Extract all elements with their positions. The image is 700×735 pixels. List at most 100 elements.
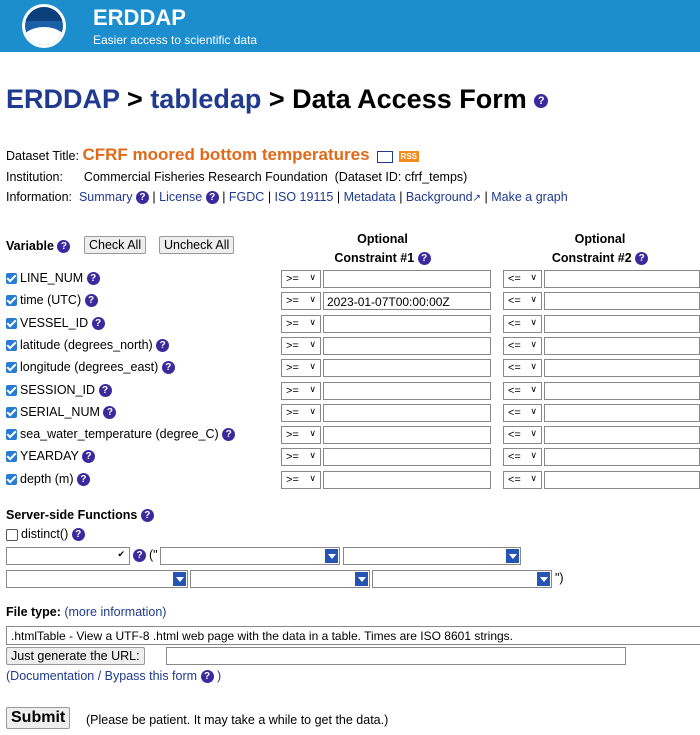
- function-arg-combo[interactable]: [343, 547, 521, 565]
- constraint2-operator-select[interactable]: <= ∨: [503, 337, 542, 355]
- function-arg-combo[interactable]: [190, 570, 370, 588]
- constraint1-value-field[interactable]: [323, 382, 491, 400]
- constraint1-operator-select[interactable]: >= ∨: [281, 337, 321, 355]
- variable-checkbox[interactable]: [6, 429, 17, 441]
- constraint2-operator-select[interactable]: <= ∨: [503, 292, 542, 310]
- constraint2-value-field[interactable]: [544, 448, 700, 466]
- breadcrumb-tabledap[interactable]: tabledap: [150, 84, 261, 114]
- constraint1-operator-select[interactable]: >= ∨: [281, 404, 321, 422]
- help-icon[interactable]: ?: [57, 240, 71, 254]
- check-all-button[interactable]: Check All: [84, 236, 147, 254]
- help-icon[interactable]: ?: [156, 339, 170, 353]
- variable-checkbox[interactable]: [6, 295, 17, 307]
- iso-link[interactable]: ISO 19115: [275, 190, 334, 204]
- help-icon[interactable]: ?: [135, 191, 149, 205]
- variable-checkbox[interactable]: [6, 385, 17, 397]
- documentation-link[interactable]: (Documentation / Bypass this form: [6, 669, 197, 683]
- help-icon[interactable]: ?: [76, 473, 90, 487]
- constraint1-operator-select[interactable]: >= ∨: [281, 426, 321, 444]
- variable-checkbox[interactable]: [6, 273, 17, 285]
- constraint1-operator-select[interactable]: >= ∨: [281, 471, 321, 489]
- help-icon[interactable]: ?: [91, 317, 105, 331]
- constraint2-value-field[interactable]: [544, 404, 700, 422]
- summary-link[interactable]: Summary: [79, 190, 132, 204]
- help-icon[interactable]: ?: [205, 191, 219, 205]
- help-icon[interactable]: ?: [82, 450, 96, 464]
- constraint1-operator-select[interactable]: >= ∨: [281, 270, 321, 288]
- help-icon[interactable]: ?: [222, 428, 236, 442]
- constraint2-operator-select[interactable]: <= ∨: [503, 382, 542, 400]
- constraint2-value-field[interactable]: [544, 471, 700, 489]
- variable-checkbox[interactable]: [6, 474, 17, 486]
- make-graph-link[interactable]: Make a graph: [491, 190, 567, 204]
- metadata-link[interactable]: Metadata: [344, 190, 396, 204]
- function-select[interactable]: ✔: [6, 547, 130, 565]
- help-icon[interactable]: ?: [161, 361, 175, 375]
- constraint2-value-field[interactable]: [544, 270, 700, 288]
- license-link[interactable]: License: [159, 190, 202, 204]
- constraint2-value-field[interactable]: [544, 292, 700, 310]
- constraint2-value-field[interactable]: [544, 426, 700, 444]
- documentation-link-close[interactable]: ): [217, 669, 221, 683]
- help-icon[interactable]: ?: [98, 384, 112, 398]
- variable-checkbox[interactable]: [6, 362, 17, 374]
- constraint2-operator-select[interactable]: <= ∨: [503, 315, 542, 333]
- constraint2-operator-select[interactable]: <= ∨: [503, 426, 542, 444]
- constraint2-value-field[interactable]: [544, 315, 700, 333]
- help-icon[interactable]: ?: [200, 670, 214, 684]
- rss-icon[interactable]: RSS: [398, 151, 419, 163]
- constraint1-value-field[interactable]: [323, 448, 491, 466]
- constraint2-value-field[interactable]: [544, 382, 700, 400]
- constraint1-operator-select[interactable]: >= ∨: [281, 292, 321, 310]
- constraint2-operator-select[interactable]: <= ∨: [503, 270, 542, 288]
- fgdc-link[interactable]: FGDC: [229, 190, 264, 204]
- variable-checkbox[interactable]: [6, 318, 17, 330]
- help-icon[interactable]: ?: [133, 549, 146, 562]
- constraint1-operator-select[interactable]: >= ∨: [281, 382, 321, 400]
- brand-title[interactable]: ERDDAP: [93, 5, 186, 31]
- constraint2-operator-select[interactable]: <= ∨: [503, 404, 542, 422]
- more-information-link[interactable]: (more information): [64, 605, 166, 619]
- constraint2-operator-select[interactable]: <= ∨: [503, 359, 542, 377]
- constraint1-operator-select[interactable]: >= ∨: [281, 448, 321, 466]
- information-label: Information:: [6, 190, 73, 204]
- uncheck-all-button[interactable]: Uncheck All: [159, 236, 235, 254]
- noaa-logo[interactable]: [22, 4, 66, 48]
- help-icon[interactable]: ?: [635, 252, 649, 266]
- constraint1-value-field[interactable]: [323, 471, 491, 489]
- just-generate-url-button[interactable]: Just generate the URL:: [6, 647, 145, 665]
- distinct-checkbox[interactable]: [6, 528, 18, 541]
- help-icon[interactable]: ?: [84, 294, 98, 308]
- help-icon[interactable]: ?: [417, 252, 431, 266]
- file-type-select[interactable]: .htmlTable - View a UTF-8 .html web page…: [6, 626, 700, 645]
- generated-url-field[interactable]: [166, 647, 626, 665]
- constraint2-operator-select[interactable]: <= ∨: [503, 448, 542, 466]
- constraint2-value-field[interactable]: [544, 359, 700, 377]
- help-icon[interactable]: ?: [140, 509, 154, 523]
- constraint1-value-field[interactable]: [323, 337, 491, 355]
- email-icon[interactable]: [377, 150, 394, 163]
- function-arg-combo[interactable]: [6, 570, 188, 588]
- constraint2-operator-select[interactable]: <= ∨: [503, 471, 542, 489]
- constraint1-operator-select[interactable]: >= ∨: [281, 315, 321, 333]
- constraint1-value-field[interactable]: 2023-01-07T00:00:00Z: [323, 292, 491, 310]
- background-link[interactable]: Background: [406, 190, 473, 204]
- function-arg-combo[interactable]: [372, 570, 552, 588]
- breadcrumb-erddap[interactable]: ERDDAP: [6, 84, 120, 114]
- help-icon[interactable]: ?: [71, 528, 85, 542]
- variable-checkbox[interactable]: [6, 340, 17, 352]
- submit-button[interactable]: Submit: [6, 707, 71, 729]
- variable-checkbox[interactable]: [6, 407, 17, 419]
- help-icon[interactable]: ?: [534, 93, 549, 108]
- constraint1-operator-select[interactable]: >= ∨: [281, 359, 321, 377]
- variable-checkbox[interactable]: [6, 451, 17, 463]
- constraint1-value-field[interactable]: [323, 426, 491, 444]
- help-icon[interactable]: ?: [103, 406, 117, 420]
- constraint2-value-field[interactable]: [544, 337, 700, 355]
- constraint1-value-field[interactable]: [323, 315, 491, 333]
- constraint1-value-field[interactable]: [323, 404, 491, 422]
- constraint1-value-field[interactable]: [323, 270, 491, 288]
- constraint1-value-field[interactable]: [323, 359, 491, 377]
- help-icon[interactable]: ?: [86, 272, 100, 286]
- function-arg-combo[interactable]: [160, 547, 340, 565]
